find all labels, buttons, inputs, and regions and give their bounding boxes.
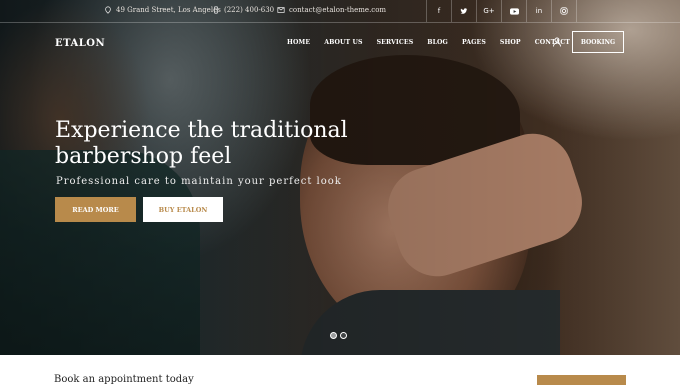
slider-pagination [330, 332, 347, 339]
hero-title: Experience the traditional barbershop fe… [55, 118, 375, 170]
appointment-button[interactable] [537, 375, 626, 385]
linkedin-icon[interactable]: in [526, 0, 551, 22]
top-bar: 49 Grand Street, Los Angeles (222) 400-6… [0, 0, 680, 23]
phone-icon [214, 6, 218, 14]
nav-about-us[interactable]: ABOUT US [324, 39, 362, 46]
address: 49 Grand Street, Los Angeles [104, 6, 221, 14]
main-nav: HOME ABOUT US SERVICES BLOG PAGES SHOP C… [287, 39, 584, 46]
nav-pages[interactable]: PAGES [462, 39, 486, 46]
slide-dot-1[interactable] [330, 332, 337, 339]
nav-home[interactable]: HOME [287, 39, 310, 46]
hero-title-line-2: barbershop feel [55, 144, 232, 169]
email-text: contact@etalon-theme.com [289, 6, 387, 14]
address-text: 49 Grand Street, Los Angeles [116, 6, 221, 14]
hero-title-line-1: Experience the traditional [55, 118, 348, 143]
nav-shop[interactable]: SHOP [500, 39, 521, 46]
social-links: f G+ in [426, 0, 577, 22]
mail-icon [277, 7, 285, 13]
nav-blog[interactable]: BLOG [427, 39, 448, 46]
buy-etalon-button[interactable]: BUY ETALON [143, 197, 223, 222]
youtube-icon[interactable] [501, 0, 526, 22]
read-more-button[interactable]: READ MORE [55, 197, 136, 222]
user-icon[interactable] [552, 37, 562, 47]
hero-subtitle: Professional care to maintain your perfe… [56, 176, 342, 187]
google-plus-icon[interactable]: G+ [476, 0, 501, 22]
phone[interactable]: (222) 400-630 [212, 6, 274, 14]
site-logo[interactable]: ETALON [55, 38, 105, 49]
instagram-icon[interactable] [551, 0, 577, 22]
map-pin-icon [105, 6, 111, 14]
slide-dot-2[interactable] [340, 332, 347, 339]
nav-services[interactable]: SERVICES [377, 39, 414, 46]
facebook-icon[interactable]: f [426, 0, 451, 22]
appointment-title: Book an appointment today [54, 374, 194, 385]
phone-text: (222) 400-630 [224, 6, 275, 14]
booking-button[interactable]: BOOKING [572, 31, 624, 53]
email[interactable]: contact@etalon-theme.com [277, 6, 386, 14]
twitter-icon[interactable] [451, 0, 476, 22]
